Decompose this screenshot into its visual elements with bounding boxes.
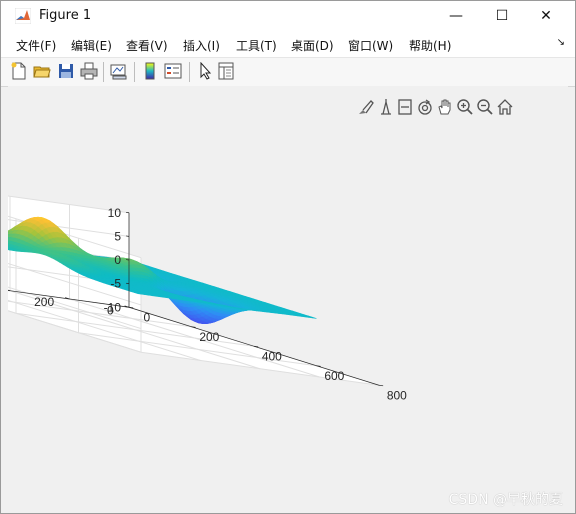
toolbar-separator [103,62,104,82]
x-tick-label: 800 [387,389,407,403]
close-icon: ✕ [540,8,552,24]
figure-canvas[interactable]: 02004006008000200400600800-10-50510 [8,86,568,507]
watermark: CSDN @早秋的夏 [448,492,563,508]
z-tick-label: 5 [114,229,121,243]
z-tick-label: -10 [104,300,122,314]
print-icon[interactable] [80,62,98,80]
figure-window: Figure 1 — ☐ ✕ 文件(F) 编辑(E) 查看(V) 插入(I) 工… [0,0,576,514]
toolbar-separator [134,62,135,82]
menu-edit[interactable]: 编辑(E) [71,37,112,54]
x-tick-mark [378,384,384,387]
surface-plot[interactable]: 02004006008000200400600800-10-50510 [8,86,568,507]
close-button[interactable]: ✕ [523,1,569,31]
toolbar-separator [189,62,190,82]
title-bar[interactable]: Figure 1 — ☐ ✕ [1,1,575,31]
insert-legend-icon[interactable] [164,62,182,80]
insert-colorbar-icon[interactable] [141,62,159,80]
x-tick-label: 200 [199,330,219,344]
matlab-logo-icon [15,8,31,24]
x-tick-label: 0 [144,311,151,325]
menu-desktop[interactable]: 桌面(D) [291,37,334,54]
maximize-button[interactable]: ☐ [479,1,525,31]
dock-arrow-icon[interactable]: ↘ [557,37,565,48]
property-inspector-icon[interactable] [217,62,235,80]
pointer-icon[interactable] [196,62,214,80]
menu-insert[interactable]: 插入(I) [183,37,220,54]
menu-file[interactable]: 文件(F) [16,37,56,54]
menu-window[interactable]: 窗口(W) [348,37,393,54]
save-icon[interactable] [57,62,75,80]
new-figure-icon[interactable] [10,62,28,80]
open-file-icon[interactable] [33,62,51,80]
menu-tools[interactable]: 工具(T) [236,37,277,54]
x-tick-label: 600 [324,369,344,383]
y-tick-label: 200 [34,295,54,309]
menu-help[interactable]: 帮助(H) [409,37,451,54]
z-tick-label: 10 [108,206,122,220]
minimize-button[interactable]: — [433,1,479,31]
window-title: Figure 1 [39,8,92,23]
maximize-icon: ☐ [495,8,509,24]
minimize-icon: — [449,8,463,24]
z-tick-label: -5 [110,277,121,291]
menu-bar: 文件(F) 编辑(E) 查看(V) 插入(I) 工具(T) 桌面(D) 窗口(W… [1,31,575,57]
menu-view[interactable]: 查看(V) [126,37,168,54]
figure-toolbar [1,57,575,87]
link-plot-icon[interactable] [110,62,128,80]
z-tick-label: 0 [114,253,121,267]
x-tick-label: 400 [262,350,282,364]
